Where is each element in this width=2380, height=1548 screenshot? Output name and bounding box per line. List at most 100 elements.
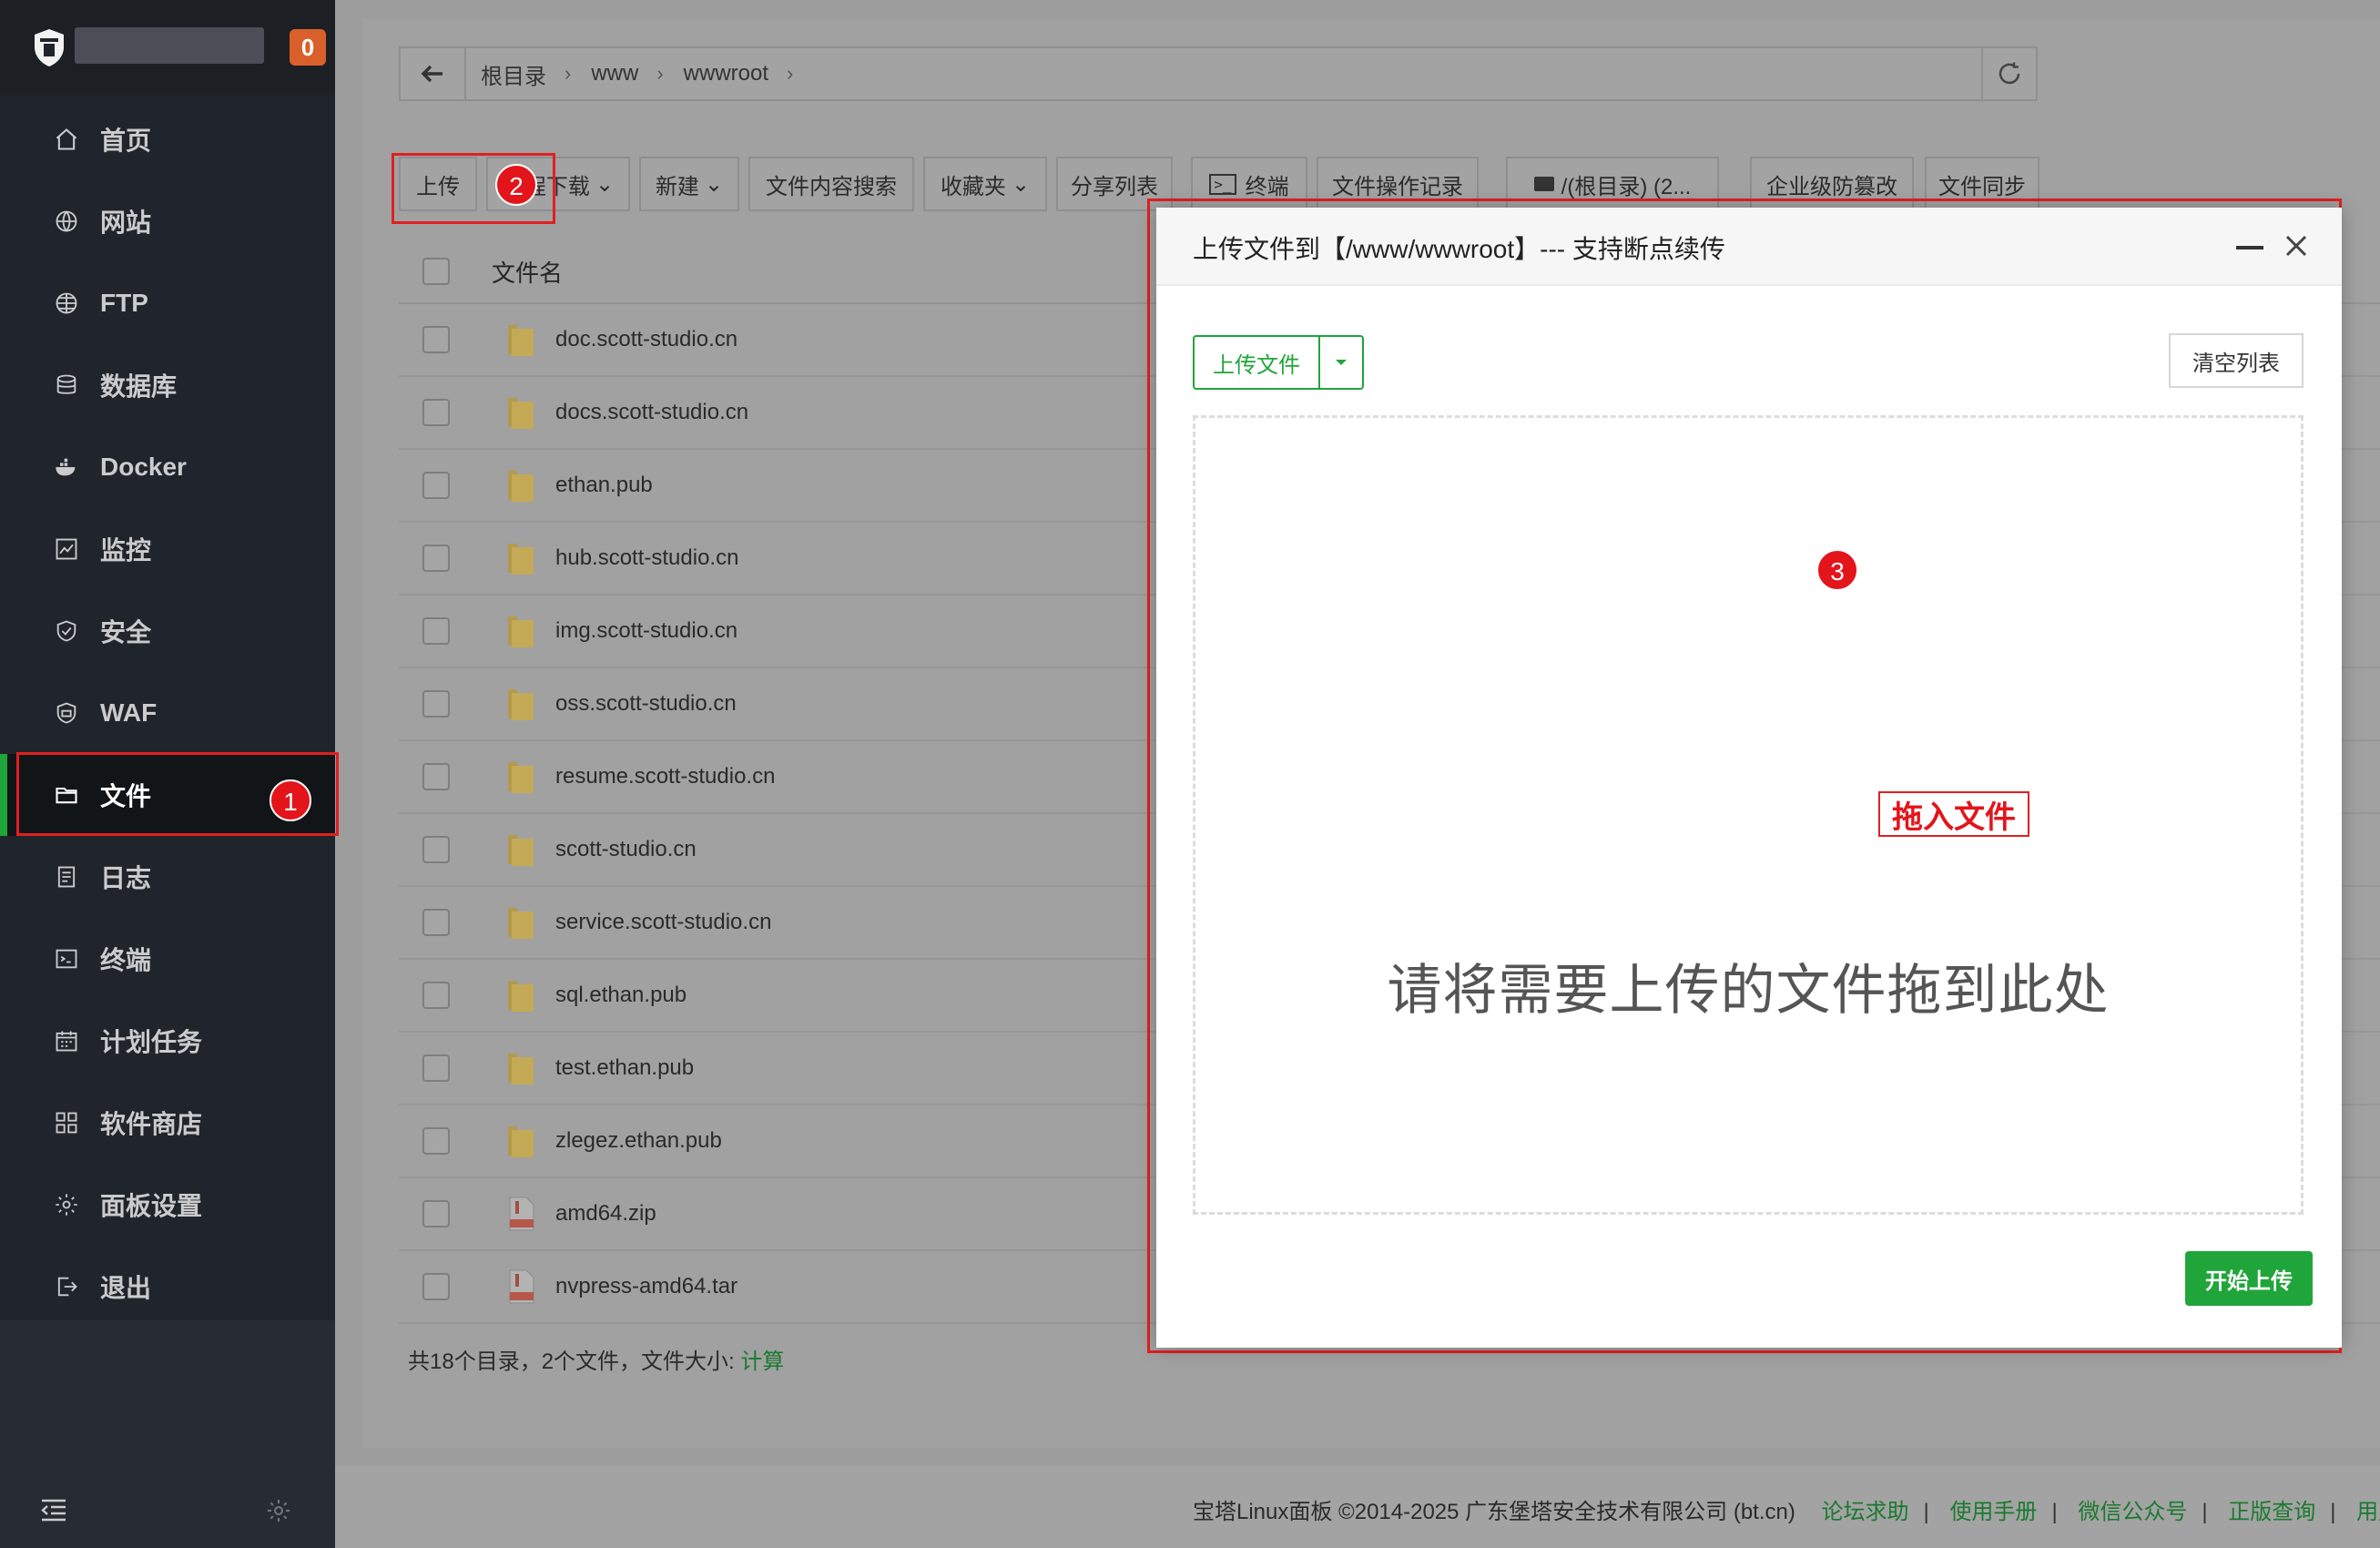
clear-list-button[interactable]: 清空列表 xyxy=(2169,333,2304,388)
row-checkbox[interactable] xyxy=(422,836,450,863)
breadcrumb-www[interactable]: www xyxy=(591,61,638,87)
sidebar-item-cron[interactable]: 计划任务 xyxy=(0,1000,335,1082)
sidebar-item-ftp[interactable]: FTP xyxy=(0,262,335,344)
sidebar-item-monitor[interactable]: 监控 xyxy=(0,508,335,590)
row-checkbox[interactable] xyxy=(422,690,450,718)
row-checkbox[interactable] xyxy=(422,982,450,1009)
row-checkbox[interactable] xyxy=(422,1054,450,1082)
page-footer: 宝塔Linux面板 ©2014-2025 广东堡塔安全技术有限公司 (bt.cn… xyxy=(335,1466,2380,1548)
select-all-checkbox[interactable] xyxy=(422,258,450,285)
sidebar-item-database[interactable]: 数据库 xyxy=(0,344,335,426)
footer-link-wechat[interactable]: 微信公众号 xyxy=(2078,1500,2187,1524)
sidebar-item-home[interactable]: 首页 xyxy=(0,98,335,180)
chevron-down-icon: ⌄ xyxy=(595,171,615,197)
sidebar-item-waf[interactable]: WAF xyxy=(0,672,335,754)
file-name[interactable]: resume.scott-studio.cn xyxy=(555,764,775,789)
folder-icon xyxy=(508,689,534,720)
sidebar-item-panel-settings[interactable]: 面板设置 xyxy=(0,1164,335,1246)
close-icon[interactable] xyxy=(2280,229,2313,262)
footer-text: 宝塔Linux面板 ©2014-2025 广东堡塔安全技术有限公司 (bt.cn… xyxy=(1193,1493,2380,1525)
brand-header: 0 xyxy=(0,0,335,96)
sidebar-item-label: 计划任务 xyxy=(100,1028,203,1056)
footer-link-license-check[interactable]: 正版查询 xyxy=(2228,1500,2315,1524)
row-checkbox[interactable] xyxy=(422,1273,450,1300)
annotation-marker-2: 2 xyxy=(495,164,537,206)
file-name[interactable]: zlegez.ethan.pub xyxy=(555,1128,722,1154)
notification-badge[interactable]: 0 xyxy=(290,29,326,66)
row-checkbox[interactable] xyxy=(422,545,450,572)
file-name[interactable]: docs.scott-studio.cn xyxy=(555,400,748,425)
row-checkbox[interactable] xyxy=(422,1127,450,1155)
sidebar-item-docker[interactable]: Docker xyxy=(0,426,335,508)
op-log-label: 文件操作记录 xyxy=(1332,174,1463,199)
apps-grid-icon xyxy=(53,1109,80,1136)
row-checkbox[interactable] xyxy=(422,909,450,936)
caret-down-icon xyxy=(1336,360,1347,365)
sidebar-item-logout[interactable]: 退出 xyxy=(0,1246,335,1328)
sidebar-item-terminal[interactable]: 终端 xyxy=(0,918,335,1000)
footer-link-forum[interactable]: 论坛求助 xyxy=(1822,1500,1909,1524)
column-header-name[interactable]: 文件名 xyxy=(492,255,563,289)
file-name[interactable]: ethan.pub xyxy=(555,473,653,498)
file-name[interactable]: amd64.zip xyxy=(555,1201,656,1227)
row-checkbox[interactable] xyxy=(422,1200,450,1227)
back-button[interactable] xyxy=(401,48,466,99)
folder-icon xyxy=(508,908,534,939)
calculate-size-link[interactable]: 计算 xyxy=(740,1349,784,1374)
copyright-text: 宝塔Linux面板 ©2014-2025 广东堡塔安全技术有限公司 (bt.cn… xyxy=(1193,1500,1795,1524)
file-name[interactable]: nvpress-amd64.tar xyxy=(555,1274,737,1299)
file-name[interactable]: sql.ethan.pub xyxy=(555,983,687,1008)
chevron-down-icon: ⌄ xyxy=(704,171,724,197)
share-list-label: 分享列表 xyxy=(1071,174,1158,199)
upload-file-split-button: 上传文件 xyxy=(1193,335,1364,390)
upload-file-button[interactable]: 上传文件 xyxy=(1193,335,1318,390)
terminal-icon xyxy=(53,945,80,973)
upload-dialog: 上传文件到【/www/wwwroot】--- 支持断点续传 上传文件 清空列表 … xyxy=(1156,208,2342,1348)
start-upload-button[interactable]: 开始上传 xyxy=(2185,1251,2313,1306)
sidebar-item-label: 软件商店 xyxy=(100,1110,203,1138)
footer-separator: | xyxy=(2202,1500,2208,1524)
favorites-label: 收藏夹 xyxy=(940,174,1006,199)
row-checkbox[interactable] xyxy=(422,617,450,645)
terminal-label: 终端 xyxy=(1245,174,1289,199)
file-name[interactable]: scott-studio.cn xyxy=(555,837,697,862)
chevron-right-icon: › xyxy=(787,62,794,85)
chevron-right-icon: › xyxy=(564,62,572,85)
sidebar-item-security[interactable]: 安全 xyxy=(0,590,335,672)
breadcrumb-root[interactable]: 根目录 xyxy=(481,58,546,90)
file-name[interactable]: service.scott-studio.cn xyxy=(555,910,771,935)
file-name[interactable]: oss.scott-studio.cn xyxy=(555,691,737,717)
folder-icon xyxy=(508,616,534,647)
sidebar-item-website[interactable]: 网站 xyxy=(0,180,335,262)
collapse-sidebar-icon[interactable] xyxy=(38,1496,69,1523)
breadcrumb-wwwroot[interactable]: wwwroot xyxy=(684,61,768,87)
row-checkbox[interactable] xyxy=(422,763,450,790)
logout-icon xyxy=(53,1273,80,1300)
row-checkbox[interactable] xyxy=(422,326,450,353)
favorites-button[interactable]: 收藏夹 ⌄ xyxy=(923,157,1047,211)
sidebar-item-logs[interactable]: 日志 xyxy=(0,836,335,918)
folder-icon xyxy=(508,471,534,502)
settings-gear-icon[interactable] xyxy=(264,1496,293,1525)
folder-icon xyxy=(508,1126,534,1157)
tamper-label: 企业级防篡改 xyxy=(1766,174,1897,199)
sidebar-item-app-store[interactable]: 软件商店 xyxy=(0,1082,335,1164)
upload-options-dropdown[interactable] xyxy=(1318,335,1364,390)
row-checkbox[interactable] xyxy=(422,472,450,499)
file-name[interactable]: doc.scott-studio.cn xyxy=(555,327,737,352)
row-checkbox[interactable] xyxy=(422,399,450,426)
refresh-button[interactable] xyxy=(1981,48,2036,99)
gear-icon xyxy=(53,1191,80,1218)
folder-icon xyxy=(508,835,534,866)
footer-link-user[interactable]: 用户 xyxy=(2356,1500,2380,1524)
file-name[interactable]: hub.scott-studio.cn xyxy=(555,545,738,571)
footer-link-manual[interactable]: 使用手册 xyxy=(1949,1500,2037,1524)
file-name[interactable]: img.scott-studio.cn xyxy=(555,618,737,644)
new-button[interactable]: 新建 ⌄ xyxy=(639,157,739,211)
ftp-globe-icon xyxy=(53,290,80,317)
file-name[interactable]: test.ethan.pub xyxy=(555,1055,694,1081)
folder-icon xyxy=(508,544,534,575)
content-search-button[interactable]: 文件内容搜索 xyxy=(748,157,914,211)
minimize-icon[interactable] xyxy=(2236,246,2263,250)
file-drop-zone[interactable]: 拖入文件 3 请将需要上传的文件拖到此处 xyxy=(1193,415,2304,1215)
